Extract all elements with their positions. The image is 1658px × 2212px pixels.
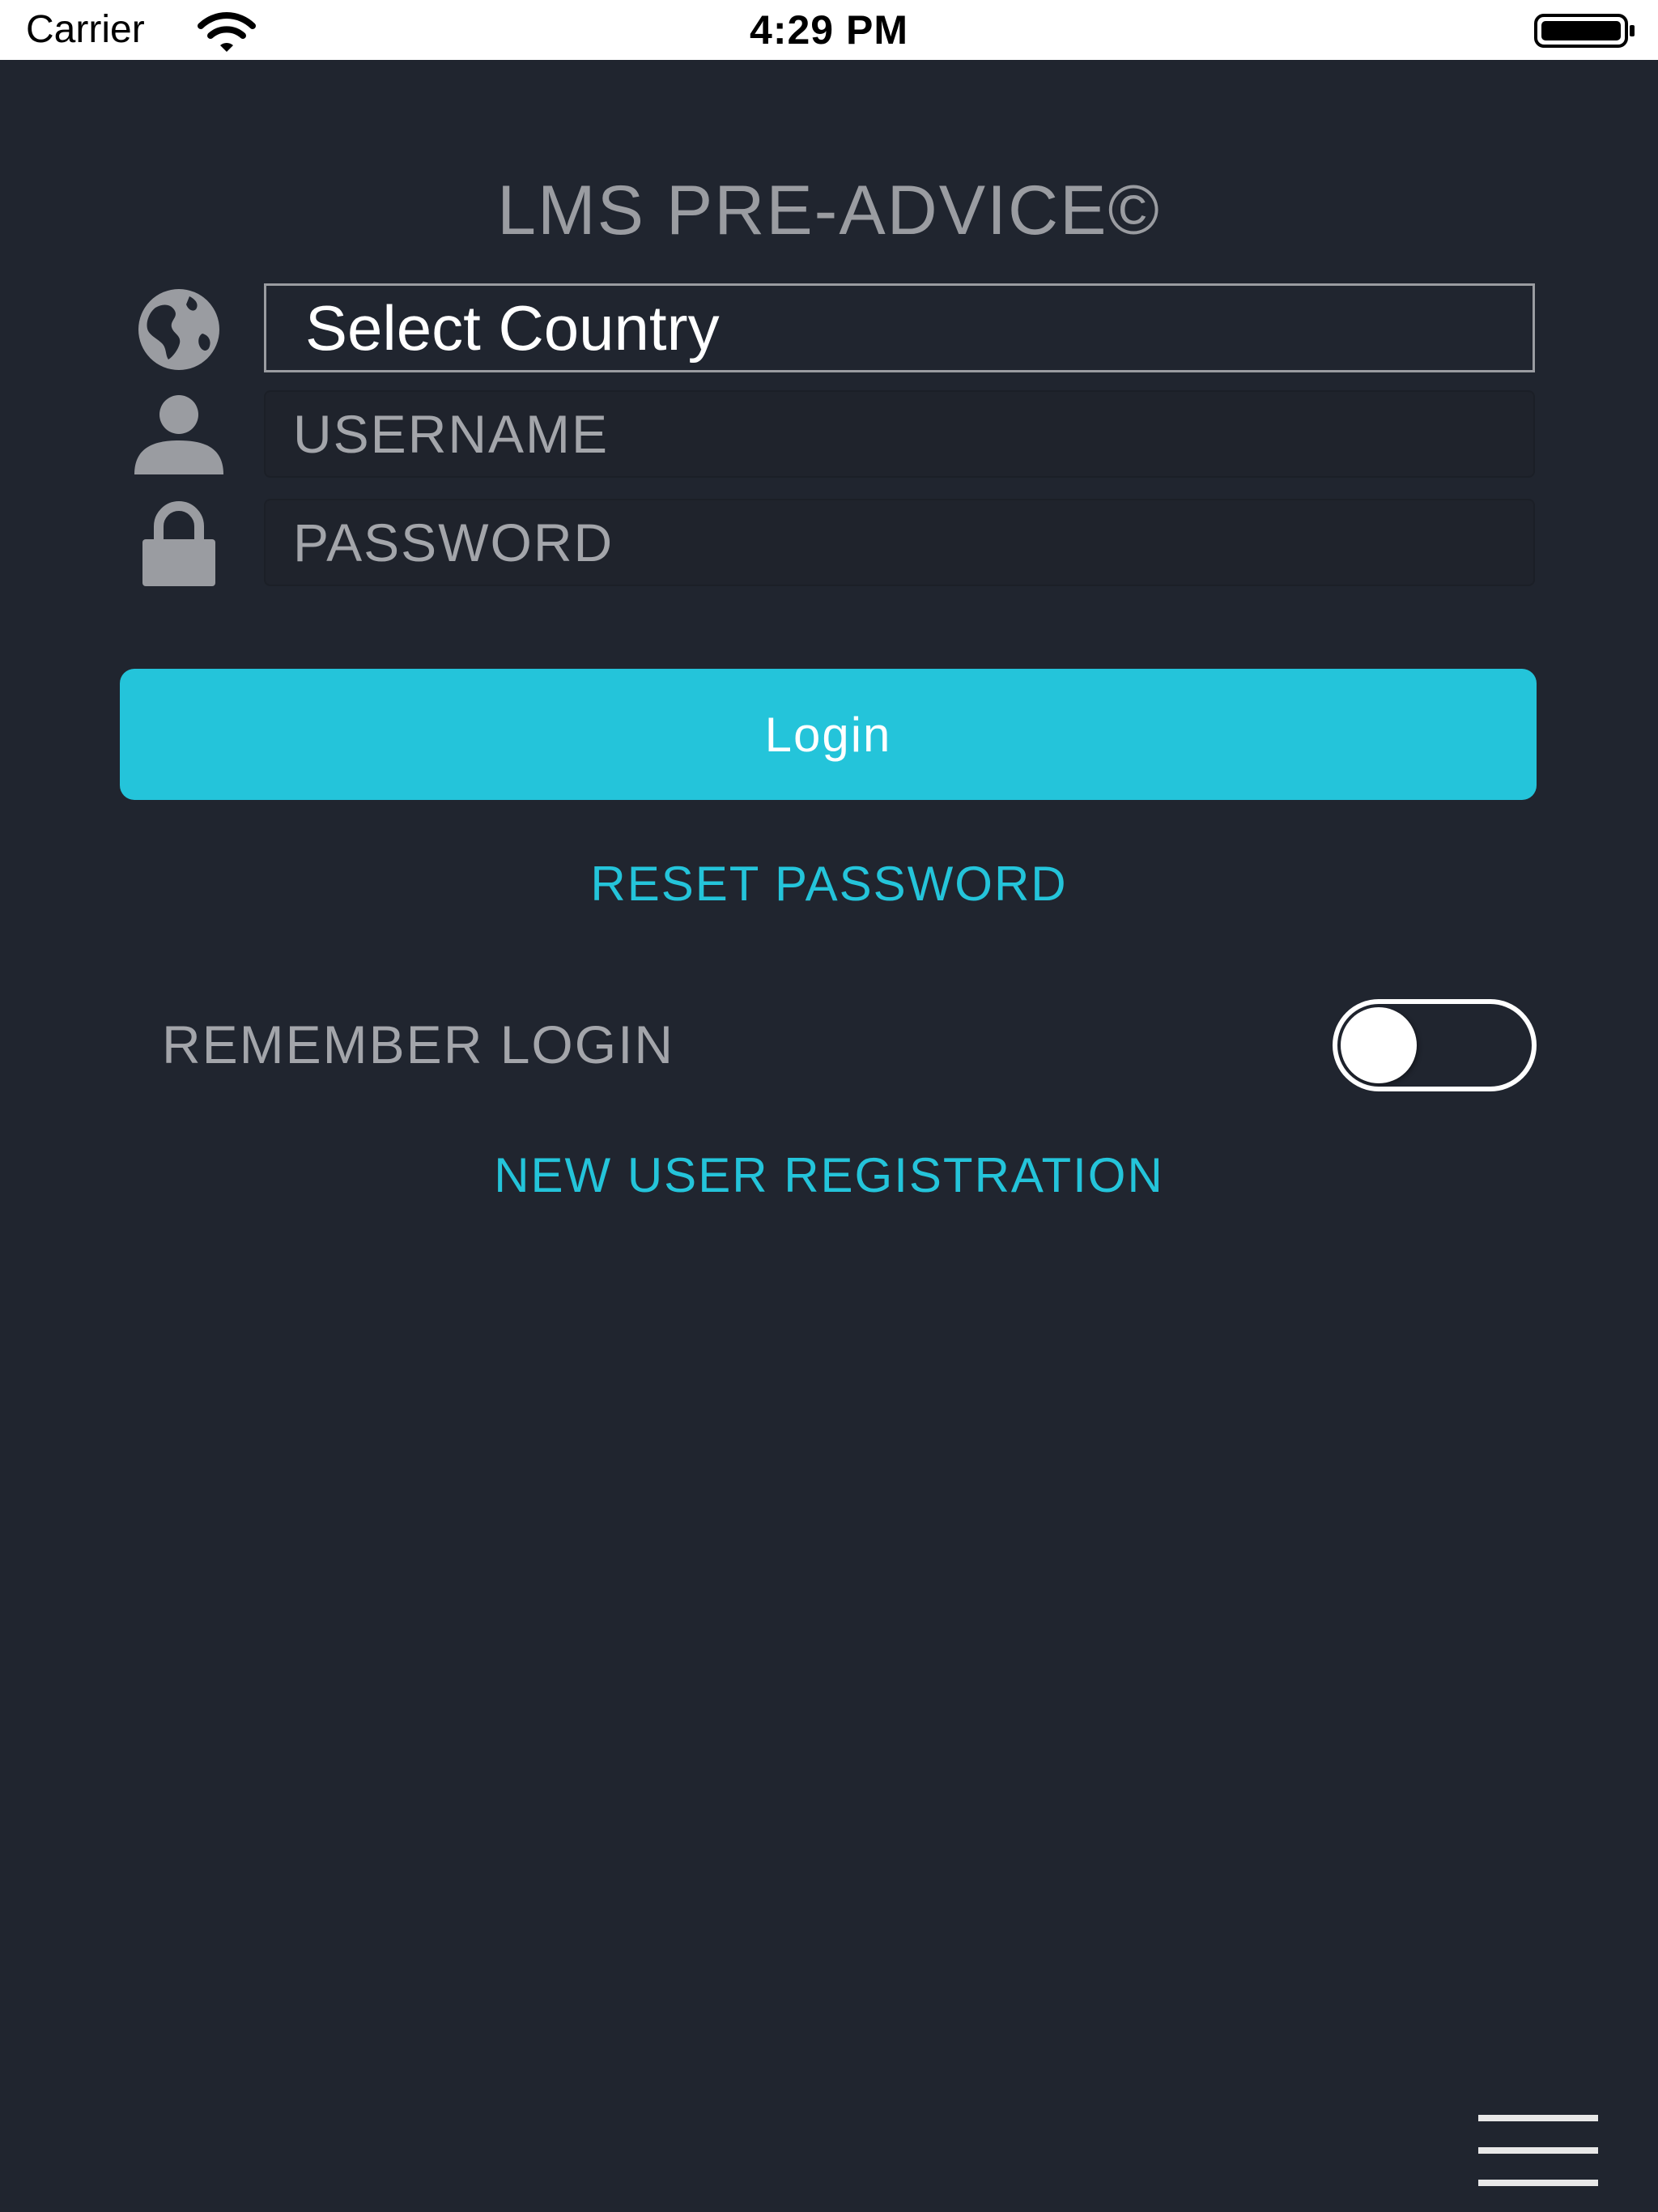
login-button[interactable]: Login — [120, 669, 1537, 800]
status-time: 4:29 PM — [750, 7, 908, 53]
globe-icon — [138, 289, 219, 370]
battery-icon — [1534, 14, 1635, 48]
status-bar: Carrier 4:29 PM — [0, 0, 1658, 60]
menu-line — [1478, 2115, 1598, 2121]
toggle-knob — [1341, 1007, 1417, 1083]
remember-login-label: REMEMBER LOGIN — [162, 1015, 675, 1074]
user-icon — [134, 395, 223, 474]
new-user-registration-link[interactable]: NEW USER REGISTRATION — [0, 1143, 1658, 1208]
menu-line — [1478, 2147, 1598, 2154]
hamburger-menu-icon[interactable] — [1478, 2112, 1598, 2193]
password-input[interactable] — [264, 499, 1535, 586]
remember-login-toggle[interactable] — [1333, 999, 1537, 1091]
reset-password-link[interactable]: RESET PASSWORD — [0, 852, 1658, 917]
username-input[interactable] — [264, 390, 1535, 478]
lock-icon — [142, 501, 215, 586]
country-select[interactable]: Select Country — [264, 283, 1535, 372]
app-title: LMS PRE-ADVICE© — [497, 172, 1161, 249]
menu-line — [1478, 2180, 1598, 2186]
